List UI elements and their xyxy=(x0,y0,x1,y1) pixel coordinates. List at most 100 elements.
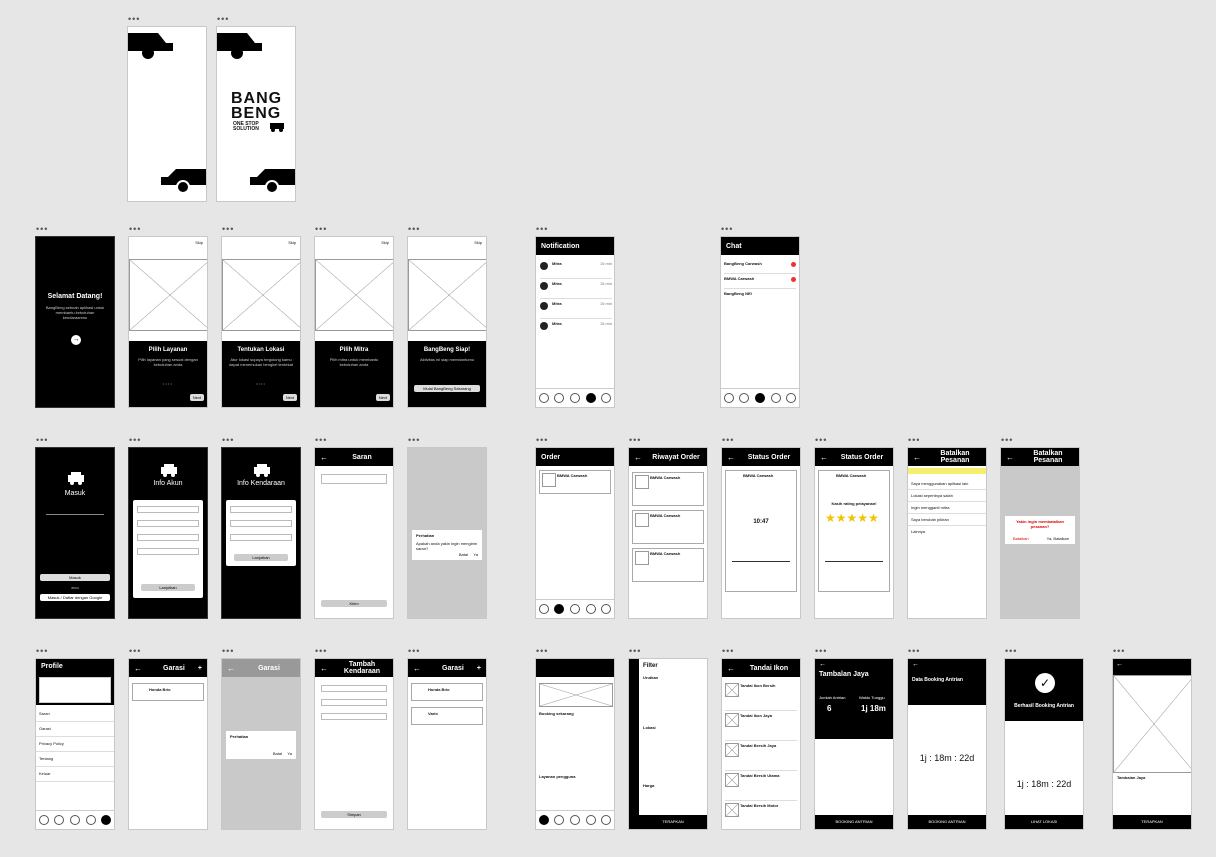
ya-button[interactable]: Ya xyxy=(287,751,292,756)
frame-menu-dots[interactable]: ••• xyxy=(36,436,48,445)
vehicle-type-field[interactable] xyxy=(321,685,387,692)
masuk-button[interactable]: Masuk xyxy=(40,574,110,581)
terapkan-button[interactable]: TERAPKAN xyxy=(639,815,707,829)
frame-menu-dots[interactable]: ••• xyxy=(315,225,327,234)
order-icon[interactable] xyxy=(554,604,565,614)
frame-menu-dots[interactable]: ••• xyxy=(908,436,920,445)
order-card[interactable]: BMWA Carwash xyxy=(632,472,704,506)
frame-menu-dots[interactable]: ••• xyxy=(36,647,48,656)
frame-menu-dots[interactable]: ••• xyxy=(722,647,734,656)
menu-tentang[interactable]: Tentang xyxy=(36,752,114,767)
frame-menu-dots[interactable]: ••• xyxy=(129,225,141,234)
notification-icon[interactable] xyxy=(770,393,781,403)
chat-icon[interactable] xyxy=(569,604,580,614)
back-arrow-icon[interactable]: ← xyxy=(413,664,421,673)
back-arrow-icon[interactable]: ← xyxy=(320,664,328,673)
frame-menu-dots[interactable]: ••• xyxy=(129,436,141,445)
order-icon[interactable] xyxy=(739,393,750,403)
password-field[interactable] xyxy=(137,548,199,555)
shop-item[interactable]: Tandai Bersih Motor xyxy=(725,801,797,829)
back-arrow-icon[interactable]: ← xyxy=(727,453,735,462)
notification-icon[interactable] xyxy=(85,815,96,825)
kirim-button[interactable]: Kirim xyxy=(321,600,387,607)
google-button[interactable]: Masuk / Daftar dengan Google xyxy=(40,594,110,601)
home-icon[interactable] xyxy=(538,393,549,403)
notification-icon[interactable] xyxy=(585,393,596,403)
order-icon[interactable] xyxy=(54,815,65,825)
frame-menu-dots[interactable]: ••• xyxy=(1005,647,1017,656)
add-icon[interactable]: + xyxy=(477,665,481,672)
back-arrow-icon[interactable]: ← xyxy=(727,664,735,673)
frame-menu-dots[interactable]: ••• xyxy=(408,647,420,656)
notification-item[interactable]: Mitra 15 min xyxy=(540,319,612,338)
frame-menu-dots[interactable]: ••• xyxy=(629,647,641,656)
menu-saran[interactable]: Saran xyxy=(36,707,114,722)
reason-item[interactable]: Lokasi sepertinya salah xyxy=(908,490,986,502)
back-arrow-icon[interactable]: ← xyxy=(320,453,328,462)
phone-input[interactable] xyxy=(46,514,104,515)
reason-item[interactable]: Saya menggunakan aplikasi lain xyxy=(908,478,986,490)
reason-item[interactable]: Lainnya xyxy=(908,526,986,537)
skip-link[interactable]: Skip xyxy=(381,240,389,245)
order-card[interactable]: BMWA Carwash xyxy=(632,510,704,544)
vehicle-type-field[interactable] xyxy=(230,506,292,513)
reason-item[interactable]: Saya berubah pikiran xyxy=(908,514,986,526)
notification-item[interactable]: Mitra 15 min xyxy=(540,279,612,299)
frame-menu-dots[interactable]: ••• xyxy=(408,225,420,234)
order-icon[interactable] xyxy=(554,393,565,403)
chat-item[interactable]: BangBeng NEI xyxy=(724,289,796,303)
frame-menu-dots[interactable]: ••• xyxy=(722,436,734,445)
chat-icon[interactable] xyxy=(754,393,765,403)
order-card[interactable]: BMWA Carwash xyxy=(632,548,704,582)
home-icon[interactable] xyxy=(723,393,734,403)
order-icon[interactable] xyxy=(554,815,565,825)
notification-item[interactable]: Mitra 15 min xyxy=(540,299,612,319)
next-arrow-button[interactable]: → xyxy=(71,335,81,345)
frame-menu-dots[interactable]: ••• xyxy=(222,436,234,445)
star-icon[interactable]: ★ xyxy=(825,511,836,525)
ya-button[interactable]: Ya xyxy=(473,552,478,557)
shop-item[interactable]: Tandai Ikon Jaya xyxy=(725,711,797,741)
back-arrow-icon[interactable]: ← xyxy=(912,661,919,668)
menu-keluar[interactable]: Keluar xyxy=(36,767,114,782)
skip-link[interactable]: Skip xyxy=(195,240,203,245)
vehicle-brand-field[interactable] xyxy=(321,699,387,706)
next-button[interactable]: Next xyxy=(190,394,204,401)
back-arrow-icon[interactable]: ← xyxy=(819,661,826,668)
name-field[interactable] xyxy=(137,506,199,513)
menu-garasi[interactable]: Garasi xyxy=(36,722,114,737)
frame-menu-dots[interactable]: ••• xyxy=(908,647,920,656)
profile-icon[interactable] xyxy=(101,815,112,825)
frame-menu-dots[interactable]: ••• xyxy=(815,436,827,445)
plate-field[interactable] xyxy=(230,534,292,541)
batal-button[interactable]: Batal xyxy=(273,751,282,756)
add-icon[interactable]: + xyxy=(198,665,202,672)
ya-batalkan-button[interactable]: Ya, Batalkan xyxy=(1047,536,1069,541)
profile-icon[interactable] xyxy=(601,393,612,403)
plate-field[interactable] xyxy=(321,713,387,720)
frame-menu-dots[interactable]: ••• xyxy=(217,15,229,24)
reason-item[interactable]: Ingin mengganti mitra xyxy=(908,502,986,514)
chat-item[interactable]: BangBeng Carwash xyxy=(724,259,796,274)
frame-menu-dots[interactable]: ••• xyxy=(36,225,48,234)
notification-icon[interactable] xyxy=(585,604,596,614)
batal-button[interactable]: Batal xyxy=(459,552,468,557)
shop-item[interactable]: Tandai Bersih Utama xyxy=(725,771,797,801)
back-arrow-icon[interactable]: ← xyxy=(1006,453,1014,462)
profile-icon[interactable] xyxy=(601,815,612,825)
start-button[interactable]: Mulai BangBeng Sekarang xyxy=(414,385,480,392)
menu-privacy[interactable]: Privacy Policy xyxy=(36,737,114,752)
order-card[interactable]: BMWA Carwash xyxy=(539,470,611,494)
frame-menu-dots[interactable]: ••• xyxy=(1113,647,1125,656)
chat-icon[interactable] xyxy=(569,815,580,825)
shop-item[interactable]: Tandai Bersih Jaya xyxy=(725,741,797,771)
profile-icon[interactable] xyxy=(786,393,797,403)
terapkan-button[interactable]: TERAPKAN xyxy=(1113,815,1191,829)
frame-menu-dots[interactable]: ••• xyxy=(129,647,141,656)
lanjutkan-button[interactable]: Lanjutkan xyxy=(141,584,195,591)
car-card[interactable]: Honda Brio xyxy=(411,683,483,701)
map-placeholder[interactable] xyxy=(1113,675,1191,773)
star-rating[interactable]: ★★★★★ xyxy=(825,509,879,527)
frame-menu-dots[interactable]: ••• xyxy=(128,15,140,24)
back-arrow-icon[interactable]: ← xyxy=(913,453,921,462)
